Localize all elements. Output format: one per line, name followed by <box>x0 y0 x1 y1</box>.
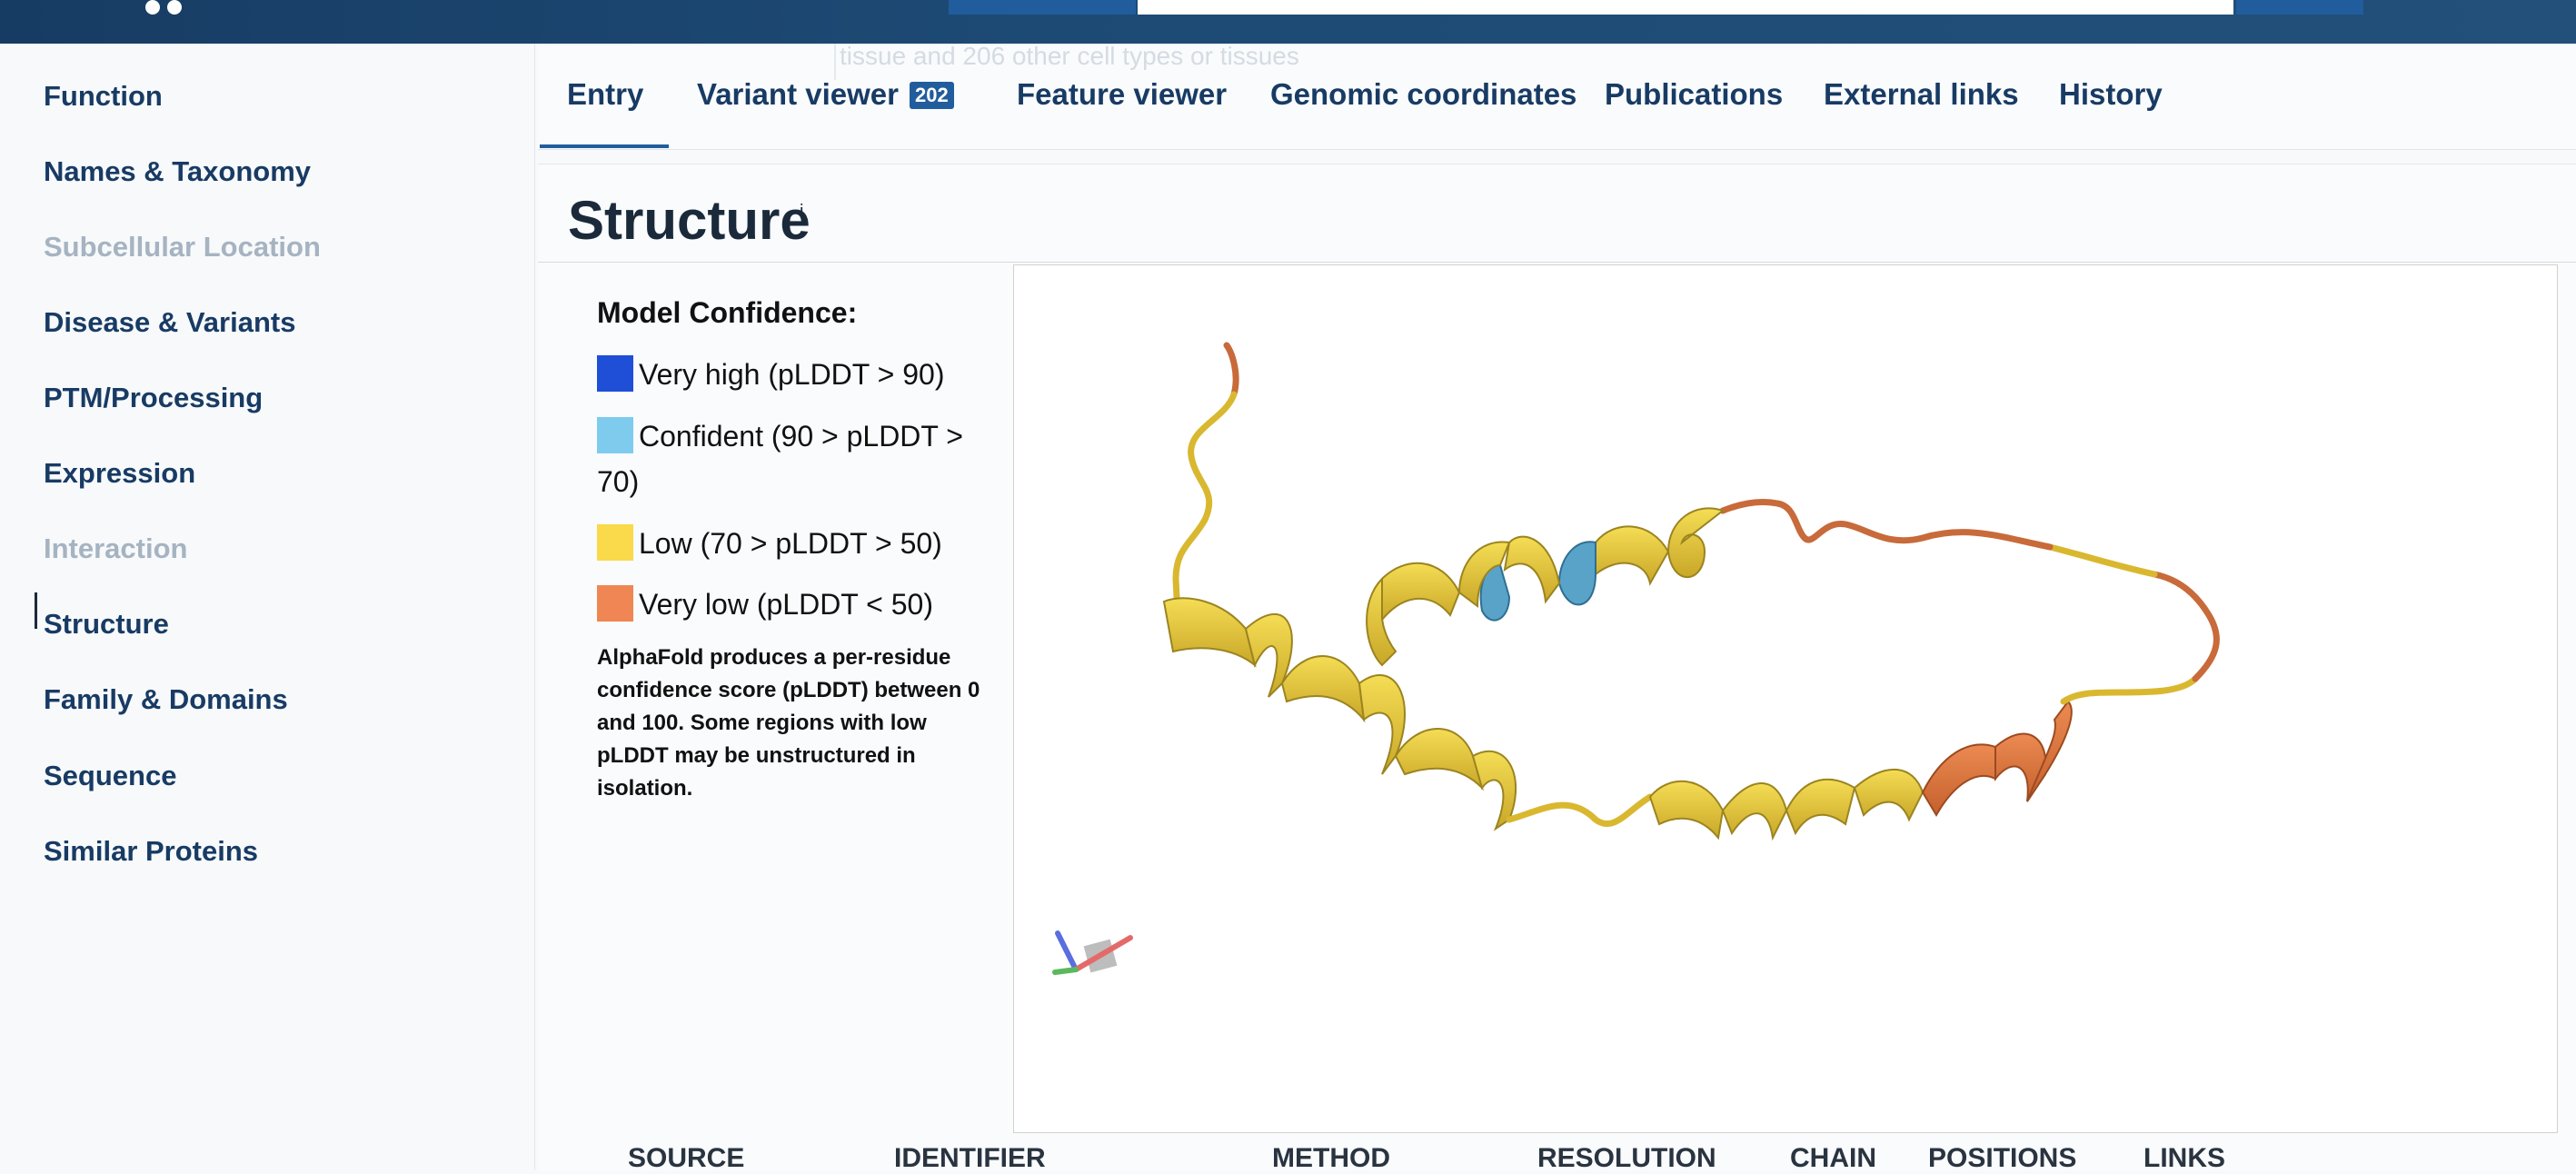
sidebar-item-structure[interactable]: Structure <box>44 606 169 642</box>
legend-item-low: Low (70 > pLDDT > 50) <box>597 521 988 566</box>
sidebar-item-similar-proteins[interactable]: Similar Proteins <box>44 833 258 870</box>
tab-publications[interactable]: Publications <box>1605 75 1783 114</box>
active-tab-indicator <box>540 144 669 148</box>
active-item-marker <box>35 592 37 629</box>
title-divider <box>538 262 2576 263</box>
protein-ribbon-render[interactable] <box>1014 265 2557 1132</box>
molstar-3d-viewer[interactable] <box>1013 264 2558 1133</box>
legend-item-very-high: Very high (pLDDT > 90) <box>597 352 988 397</box>
table-header-chain[interactable]: CHAIN <box>1790 1143 1876 1174</box>
legend-label: Very high (pLDDT > 90) <box>639 358 945 391</box>
table-header-identifier[interactable]: IDENTIFIER <box>894 1143 1046 1174</box>
info-icon[interactable]: i <box>800 202 803 223</box>
table-header-method[interactable]: METHOD <box>1272 1143 1390 1174</box>
tab-entry[interactable]: Entry <box>567 75 643 114</box>
tab-variant-viewer[interactable]: Variant viewer 202 <box>697 75 954 114</box>
low-swatch <box>597 524 633 561</box>
tooltip-edge <box>834 44 836 80</box>
table-header-source[interactable]: SOURCE <box>628 1143 744 1174</box>
legend-item-confident: Confident (90 > pLDDT > 70) <box>597 413 988 504</box>
table-header-positions[interactable]: POSITIONS <box>1928 1143 2076 1174</box>
legend-label: Confident (90 > pLDDT > 70) <box>597 420 963 498</box>
tab-history[interactable]: History <box>2059 75 2163 114</box>
tab-external-links[interactable]: External links <box>1824 75 2019 114</box>
tab-feature-viewer[interactable]: Feature viewer <box>1017 75 1227 114</box>
search-input[interactable] <box>1138 0 2233 15</box>
sidebar-item-subcellular-location: Subcellular Location <box>44 231 321 263</box>
sidebar-item-interaction: Interaction <box>44 532 188 564</box>
very-low-swatch <box>597 585 633 622</box>
confident-swatch <box>597 417 633 453</box>
sidebar-item-ptm-processing[interactable]: PTM/Processing <box>44 380 263 416</box>
alphafold-note: AlphaFold produces a per-residue confide… <box>597 645 980 801</box>
very-high-swatch <box>597 355 633 392</box>
tab-genomic-coordinates[interactable]: Genomic coordinates <box>1270 75 1576 114</box>
table-header-resolution[interactable]: RESOLUTION <box>1537 1143 1716 1174</box>
sidebar-item-function[interactable]: Function <box>44 78 163 114</box>
top-header-bar <box>0 0 2576 44</box>
table-header-links[interactable]: LINKS <box>2143 1143 2225 1174</box>
sidebar-item-family-domains[interactable]: Family & Domains <box>44 682 288 718</box>
section-title: Structure <box>568 190 811 251</box>
tab-variant-viewer-label: Variant viewer <box>697 77 899 111</box>
search-button[interactable] <box>2236 0 2363 15</box>
sidebar-item-disease-variants[interactable]: Disease & Variants <box>44 304 295 341</box>
sidebar-item-expression[interactable]: Expression <box>44 455 195 492</box>
legend-label: Low (70 > pLDDT > 50) <box>639 527 942 560</box>
legend-title: Model Confidence: <box>597 296 858 329</box>
legend-label: Very low (pLDDT < 50) <box>639 588 933 621</box>
sidebar-item-names-taxonomy[interactable]: Names & Taxonomy <box>44 154 311 190</box>
sidebar-item-sequence[interactable]: Sequence <box>44 758 176 794</box>
variant-count-badge: 202 <box>909 82 954 109</box>
logo[interactable] <box>145 0 191 15</box>
axes-gizmo <box>1052 930 1133 975</box>
tooltip-ghost-text: tissue and 206 other cell types or tissu… <box>840 42 1299 70</box>
legend-item-very-low: Very low (pLDDT < 50) <box>597 582 988 627</box>
search-scope-dropdown[interactable] <box>949 0 1136 15</box>
